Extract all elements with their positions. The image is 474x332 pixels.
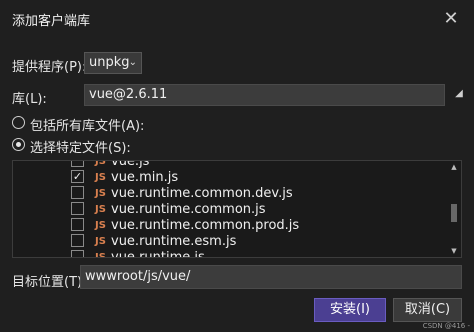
provider-select[interactable]: unpkg ⌄: [84, 52, 142, 74]
file-checkbox[interactable]: [71, 234, 84, 247]
js-file-icon: JS: [95, 204, 106, 215]
file-name: vue.runtime.esm.js: [111, 234, 237, 249]
info-icon[interactable]: ◢: [451, 86, 467, 102]
all-files-label: 包括所有库文件(A):: [30, 119, 145, 134]
file-name: vue.runtime.common.js: [111, 202, 266, 217]
file-checkbox[interactable]: [71, 218, 84, 231]
file-name: vue.min.js: [111, 170, 179, 185]
install-button[interactable]: 安装(I): [314, 298, 386, 322]
library-label: 库(L):: [12, 92, 47, 107]
all-files-radio[interactable]: [12, 116, 25, 129]
js-file-icon: JS: [95, 220, 106, 231]
cancel-button[interactable]: 取消(C): [393, 298, 462, 322]
chevron-down-icon: ⌄: [128, 57, 137, 68]
js-file-icon: JS: [95, 236, 106, 247]
file-checkbox[interactable]: [71, 250, 84, 257]
close-icon[interactable]: ✕: [438, 6, 464, 32]
file-checkbox[interactable]: [71, 186, 84, 199]
file-checkbox[interactable]: [71, 202, 84, 215]
file-name: vue.runtime.js: [111, 250, 205, 258]
specific-files-radio[interactable]: [12, 138, 25, 151]
file-row[interactable]: JS vue.runtime.js: [13, 249, 443, 258]
file-checkbox[interactable]: ✓: [71, 170, 84, 183]
file-row[interactable]: JS vue.runtime.esm.js: [13, 233, 443, 250]
target-location-input[interactable]: wwwroot/js/vue/: [80, 265, 462, 289]
title-bar: 添加客户端库 ✕: [0, 0, 474, 38]
file-checkbox[interactable]: [71, 161, 84, 167]
file-row[interactable]: ✓ JS vue.min.js: [13, 169, 443, 186]
file-row[interactable]: JS vue.runtime.common.js: [13, 201, 443, 218]
scroll-down-icon[interactable]: ▼: [449, 247, 459, 255]
provider-value: unpkg: [89, 55, 130, 70]
js-file-icon: JS: [95, 172, 106, 183]
js-file-icon: JS: [95, 188, 106, 199]
file-row[interactable]: JS vue.runtime.common.dev.js: [13, 185, 443, 202]
file-row[interactable]: JS vue.runtime.common.prod.js: [13, 217, 443, 234]
provider-label: 提供程序(P):: [12, 60, 87, 75]
scrollbar-thumb[interactable]: [451, 204, 457, 222]
file-tree[interactable]: JS vue.js ✓ JS vue.min.js JS vue.runtime…: [12, 160, 462, 258]
library-input[interactable]: vue@2.6.11: [84, 84, 445, 106]
file-name: vue.runtime.common.dev.js: [111, 186, 293, 201]
js-file-icon: JS: [95, 252, 106, 258]
target-label: 目标位置(T):: [12, 275, 87, 290]
watermark: CSDN @416 -: [422, 322, 470, 330]
scroll-up-icon[interactable]: ▲: [449, 163, 459, 171]
specific-files-label: 选择特定文件(S):: [30, 141, 131, 156]
file-name: vue.runtime.common.prod.js: [111, 218, 300, 233]
dialog-title: 添加客户端库: [12, 14, 91, 29]
